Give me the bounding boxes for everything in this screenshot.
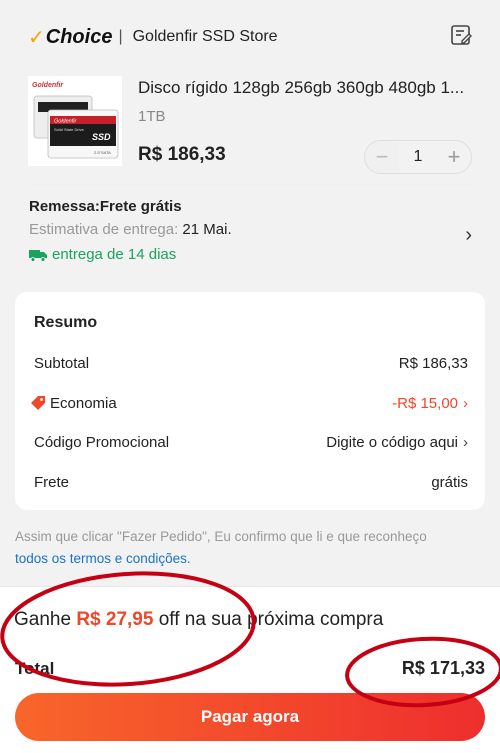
image-brand-label: Goldenfir <box>54 119 77 125</box>
estimate-date: 21 Mai. <box>182 221 232 238</box>
product-variant[interactable]: 1TB <box>138 108 166 125</box>
image-size-label: 2.5"SATA <box>94 150 111 155</box>
store-name[interactable]: Goldenfir SSD Store <box>133 28 278 46</box>
promo-prefix: Ganhe <box>14 609 72 630</box>
savings-value: -R$ 15,00 <box>392 394 458 412</box>
terms-statement: Assim que clicar "Fazer Pedido", Eu conf… <box>15 529 427 544</box>
choice-logo: ✓ Choice <box>28 25 112 50</box>
summary-card: Resumo Subtotal R$ 186,33 Economia -R$ 1… <box>15 292 485 510</box>
shipping-fee-value: grátis <box>431 473 468 491</box>
product-image[interactable]: Goldenfir Goldenfir Solid State Drive SS… <box>28 76 122 166</box>
quantity-stepper: − 1 + <box>364 140 472 174</box>
decrease-button[interactable]: − <box>365 141 399 173</box>
product-row[interactable]: Goldenfir Goldenfir Solid State Drive SS… <box>28 72 472 174</box>
product-price: R$ 186,33 <box>138 144 226 165</box>
summary-title: Resumo <box>34 314 98 331</box>
store-card: ✓ Choice | Goldenfir SSD Store Goldenfir… <box>0 0 500 282</box>
shipping-row: Frete grátis <box>34 471 468 493</box>
increase-button[interactable]: + <box>437 141 471 173</box>
shipping-section[interactable]: Remessa:Frete grátis Estimativa de entre… <box>29 198 472 268</box>
shipping-title: Remessa:Frete grátis <box>29 198 182 215</box>
total-value: R$ 171,33 <box>401 658 485 678</box>
quantity-value[interactable]: 1 <box>399 148 437 166</box>
subtotal-label: Subtotal <box>34 354 90 372</box>
tag-icon <box>31 396 45 410</box>
choice-brand: Choice <box>45 25 113 48</box>
total-label: Total <box>15 659 55 678</box>
promo-code-input[interactable]: Digite o código aqui <box>326 434 458 451</box>
header-separator: | <box>118 28 123 45</box>
fast-delivery: entrega de 14 dias <box>29 246 472 263</box>
subtotal-value: R$ 186,33 <box>398 354 468 372</box>
image-caption: Solid State Drive <box>54 127 85 132</box>
promo-suffix: off na sua próxima compra <box>158 609 384 630</box>
promo-amount: R$ 27,95 <box>76 609 154 630</box>
divider <box>28 184 472 185</box>
chevron-right-icon: › <box>463 394 468 412</box>
next-order-promo: Ganhe R$ 27,95 off na sua próxima compra <box>14 609 383 631</box>
image-ssd-label: SSD <box>92 132 111 142</box>
terms-text: Assim que clicar "Fazer Pedido", Eu conf… <box>15 526 485 570</box>
plus-icon: + <box>447 144 461 169</box>
delivery-estimate: Estimativa de entrega: 21 Mai. <box>29 221 472 238</box>
minus-icon: − <box>375 144 389 169</box>
subtotal-row: Subtotal R$ 186,33 <box>34 352 468 374</box>
savings-row[interactable]: Economia -R$ 15,00 › <box>30 392 468 414</box>
checkmark-icon: ✓ <box>28 26 45 49</box>
estimate-label: Estimativa de entrega: <box>29 221 179 238</box>
chevron-right-icon: › <box>463 433 468 451</box>
promo-code-row[interactable]: Código Promocional Digite o código aqui … <box>34 431 468 453</box>
edit-note-icon[interactable] <box>450 24 472 46</box>
terms-link[interactable]: todos os termos e condições. <box>15 551 191 566</box>
checkout-bar: Ganhe R$ 27,95 off na sua próxima compra… <box>0 586 500 753</box>
store-header: ✓ Choice | Goldenfir SSD Store <box>28 22 472 52</box>
promo-code-label: Código Promocional <box>34 433 170 451</box>
shipping-fee-label: Frete <box>34 473 70 491</box>
product-title[interactable]: Disco rígido 128gb 256gb 360gb 480gb 1..… <box>138 78 472 98</box>
truck-icon <box>29 249 47 262</box>
image-brand: Goldenfir <box>32 82 64 89</box>
chevron-right-icon[interactable]: › <box>465 224 472 247</box>
fast-delivery-label: entrega de 14 dias <box>52 246 177 263</box>
savings-label: Economia <box>50 394 117 412</box>
pay-now-button[interactable]: Pagar agora <box>15 693 485 741</box>
